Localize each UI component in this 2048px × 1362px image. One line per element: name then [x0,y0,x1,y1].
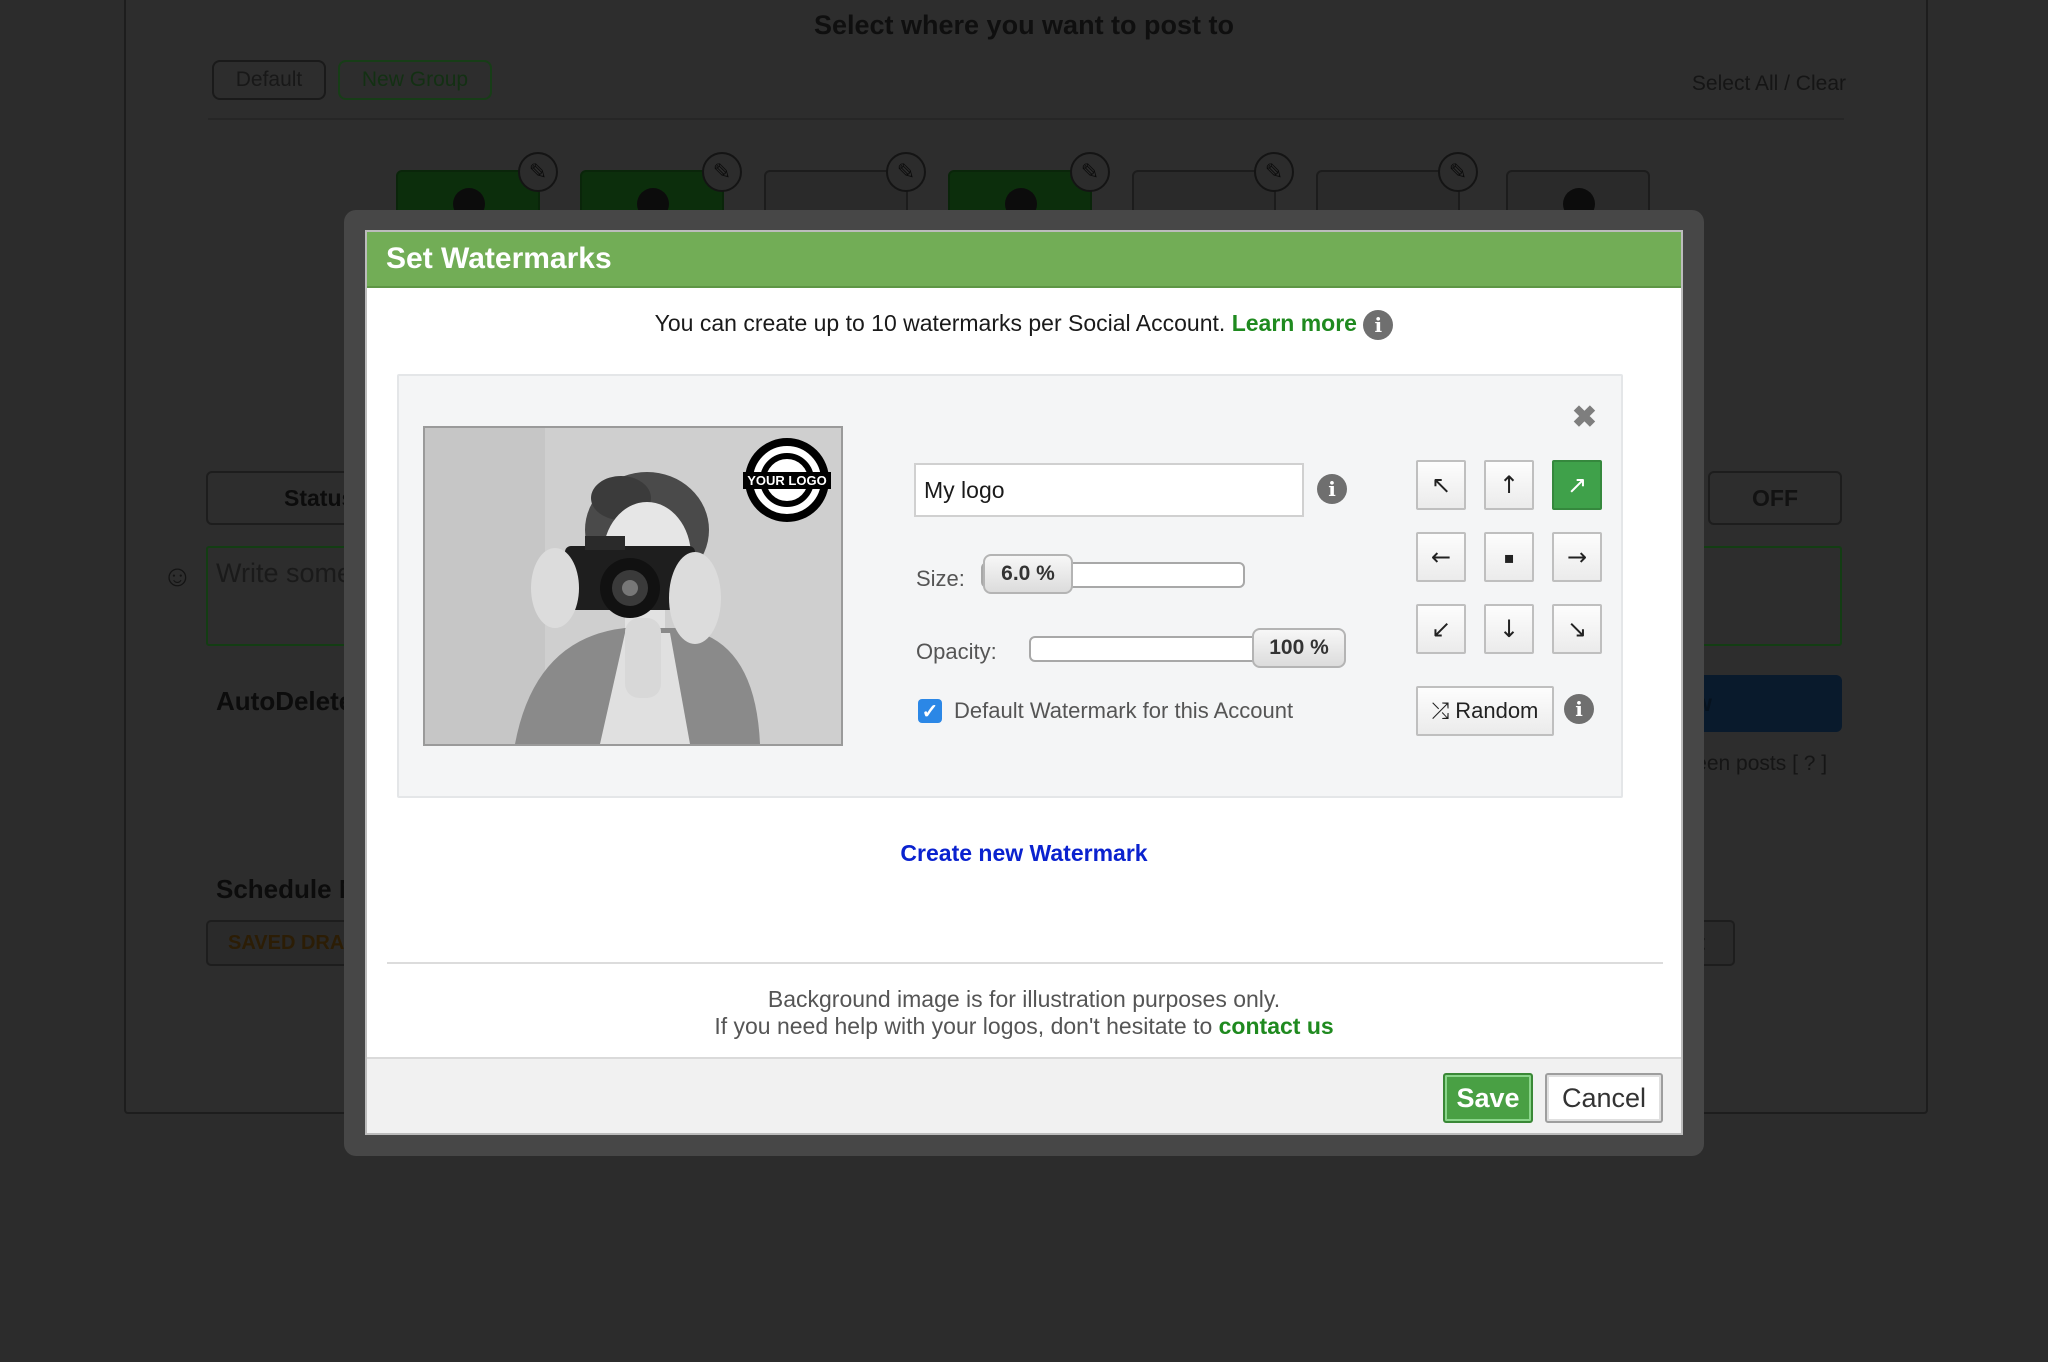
position-middle-left-button[interactable]: ← [1416,532,1466,582]
saved-drafts-button[interactable]: SAVED DRA [206,920,356,966]
intro-text-row: You can create up to 10 watermarks per S… [367,310,1681,340]
select-all-clear-link[interactable]: Select All / Clear [1692,72,1846,96]
default-group-button[interactable]: Default [212,60,326,100]
random-position-button[interactable]: ⤮ Random [1416,686,1554,736]
size-label: Size: [916,566,965,591]
opacity-label: Opacity: [916,639,997,664]
learn-more-link[interactable]: Learn more [1232,310,1357,336]
off-toggle[interactable]: OFF [1708,471,1842,525]
size-slider-handle[interactable]: 6.0 % [983,554,1073,594]
illustration-note: Background image is for illustration pur… [367,986,1681,1040]
info-icon[interactable]: i [1363,310,1394,340]
position-top-center-button[interactable]: ↑ [1484,460,1534,510]
position-bottom-right-button[interactable]: ↘ [1552,604,1602,654]
shuffle-icon: ⤮ [1431,698,1450,723]
info-icon[interactable]: i [1317,474,1347,504]
note-line-2: If you need help with your logos, don't … [367,1013,1681,1040]
watermark-card: ✖ YOUR LOGO My logo i Size: 6.0 % Opacit… [397,374,1623,798]
default-watermark-row[interactable]: ✓ Default Watermark for this Account [918,698,1293,724]
edit-pencil-icon[interactable]: ✎ [1254,152,1294,192]
watermark-name-input[interactable] [914,463,1304,517]
position-center-button[interactable]: ▪ [1484,532,1534,582]
intro-text: You can create up to 10 watermarks per S… [654,310,1226,337]
post-destination-title: Select where you want to post to [813,10,1235,40]
save-button[interactable]: Save [1443,1073,1533,1123]
edit-pencil-icon[interactable]: ✎ [518,152,558,192]
note-help-text: If you need help with your logos, don't … [714,1013,1213,1039]
note-line-1: Background image is for illustration pur… [767,986,1281,1012]
emoji-icon[interactable]: ☺ [162,560,193,594]
your-logo-mark: YOUR LOGO [743,438,831,522]
position-top-left-button[interactable]: ↖ [1416,460,1466,510]
edit-pencil-icon[interactable]: ✎ [702,152,742,192]
background-divider [208,118,1844,120]
info-icon[interactable]: i [1564,694,1594,724]
watermark-preview-image: YOUR LOGO [423,426,843,746]
cancel-button[interactable]: Cancel [1545,1073,1663,1123]
edit-pencil-icon[interactable]: ✎ [886,152,926,192]
dialog-title: Set Watermarks [367,232,1681,288]
schedule-label: Schedule M [216,874,361,904]
edit-pencil-icon[interactable]: ✎ [1438,152,1478,192]
position-bottom-left-button[interactable]: ↙ [1416,604,1466,654]
default-watermark-label: Default Watermark for this Account [954,698,1294,723]
position-top-right-button[interactable]: ↗ [1552,460,1602,510]
default-watermark-checkbox[interactable]: ✓ [918,699,942,723]
random-label: Random [1455,698,1539,723]
position-bottom-center-button[interactable]: ↓ [1484,604,1534,654]
svg-text:YOUR LOGO: YOUR LOGO [747,473,826,488]
opacity-slider-handle[interactable]: 100 % [1252,628,1346,668]
dialog-footer: Save Cancel [367,1057,1681,1133]
position-middle-right-button[interactable]: → [1552,532,1602,582]
divider [387,962,1663,964]
create-new-watermark-link[interactable]: Create new Watermark [367,840,1681,867]
autodelete-label: AutoDelete [216,686,354,716]
new-group-button[interactable]: New Group [338,60,492,100]
edit-pencil-icon[interactable]: ✎ [1070,152,1110,192]
contact-us-link[interactable]: contact us [1219,1013,1334,1039]
close-icon[interactable]: ✖ [1572,400,1597,435]
set-watermarks-dialog: Set Watermarks You can create up to 10 w… [365,230,1683,1135]
